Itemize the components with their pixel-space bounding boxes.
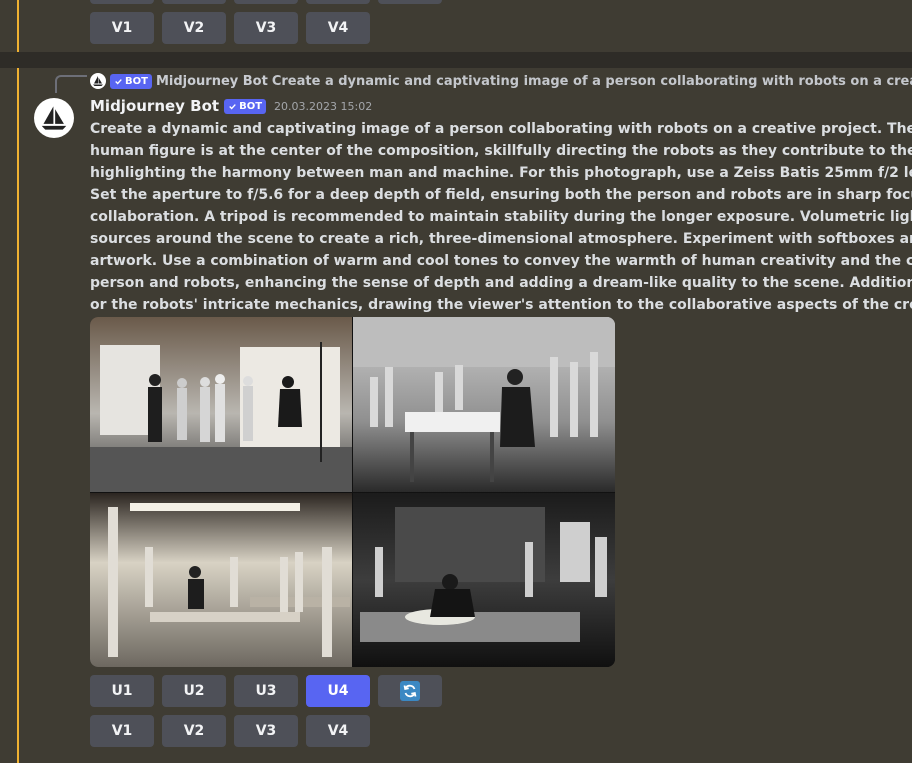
sailboat-icon [93, 76, 103, 86]
content-line: or the robots' intricate mechanics, draw… [90, 297, 912, 313]
content-line: human figure is at the center of the com… [90, 143, 912, 159]
prev-variation-button-v2[interactable]: V2 [162, 12, 226, 44]
reply-author[interactable]: Midjourney Bot [156, 74, 268, 89]
content-line: artwork. Use a combination of warm and c… [90, 253, 912, 269]
content-line: Create a dynamic and captivating image o… [90, 121, 912, 137]
generated-image-1[interactable] [90, 317, 352, 492]
checkmark-icon [229, 103, 236, 109]
reply-bot-tag: BOT [110, 73, 152, 89]
prev-variation-button-v1[interactable]: V1 [90, 12, 154, 44]
generated-image-3[interactable] [90, 493, 352, 667]
upscale-button-u3[interactable]: U3 [234, 675, 298, 707]
image-grid-attachment[interactable] [90, 317, 615, 667]
reply-connector [55, 75, 87, 93]
generated-image-4[interactable] [353, 493, 615, 667]
generated-image-2[interactable] [353, 317, 615, 492]
upscale-button-u2[interactable]: U2 [162, 675, 226, 707]
prev-hidden-button-5 [378, 0, 442, 4]
upscale-button-u4[interactable]: U4 [306, 675, 370, 707]
prev-variation-button-v4[interactable]: V4 [306, 12, 370, 44]
content-line: collaboration. A tripod is recommended t… [90, 209, 912, 225]
reply-snippet[interactable]: Create a dynamic and captivating image o… [272, 74, 912, 89]
prev-hidden-button-2 [162, 0, 226, 4]
prev-hidden-button-4 [306, 0, 370, 4]
bot-tag-label: BOT [239, 100, 263, 112]
prev-variation-button-v3[interactable]: V3 [234, 12, 298, 44]
content-line: highlighting the harmony between man and… [90, 165, 912, 181]
sailboat-icon [41, 106, 67, 130]
content-line: person and robots, enhancing the sense o… [90, 275, 912, 291]
variation-button-v4[interactable]: V4 [306, 715, 370, 747]
content-line: sources around the scene to create a ric… [90, 231, 912, 247]
author-name[interactable]: Midjourney Bot [90, 97, 219, 115]
refresh-icon [400, 681, 420, 701]
bot-tag: BOT [224, 98, 267, 114]
reroll-button[interactable] [378, 675, 442, 707]
variation-button-v2[interactable]: V2 [162, 715, 226, 747]
message-content: Create a dynamic and captivating image o… [90, 118, 912, 316]
upscale-button-u1[interactable]: U1 [90, 675, 154, 707]
reply-avatar [90, 73, 106, 89]
message-header: Midjourney Bot BOT 20.03.2023 15:02 [90, 96, 372, 116]
reply-reference[interactable]: BOT Midjourney Bot Create a dynamic and … [90, 72, 912, 90]
prev-hidden-button-1 [90, 0, 154, 4]
mention-accent-bar [17, 68, 19, 763]
variation-button-v1[interactable]: V1 [90, 715, 154, 747]
content-line: Set the aperture to f/5.6 for a deep dep… [90, 187, 912, 203]
previous-message: V1 V2 V3 V4 [0, 0, 912, 52]
timestamp: 20.03.2023 15:02 [274, 99, 373, 113]
avatar[interactable] [34, 98, 74, 138]
mention-accent-bar [17, 0, 19, 52]
message-separator [0, 52, 912, 68]
variation-button-v3[interactable]: V3 [234, 715, 298, 747]
prev-hidden-button-3 [234, 0, 298, 4]
checkmark-icon [115, 78, 122, 84]
reply-bot-tag-label: BOT [125, 75, 148, 87]
